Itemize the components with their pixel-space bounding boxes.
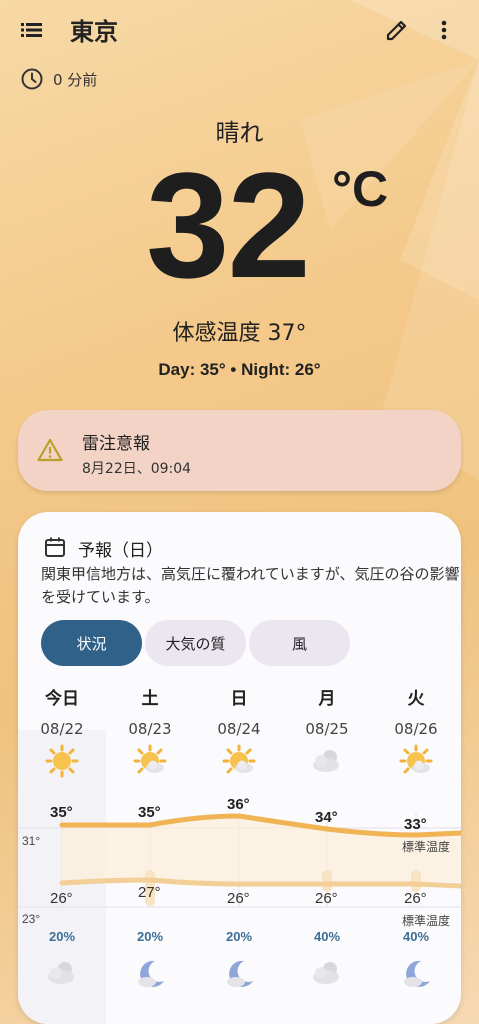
normal-temp-label-high: 標準温度 <box>402 840 451 854</box>
sun-cloud-icon <box>133 744 167 778</box>
day-name: 月 <box>318 689 336 709</box>
low-temp: 26° <box>315 890 338 907</box>
day-column-2[interactable]: 土 08/23 <box>115 684 185 738</box>
edit-pencil-icon[interactable] <box>383 16 411 44</box>
more-vert-icon[interactable] <box>432 16 456 44</box>
current-temperature: 32 <box>146 141 311 309</box>
precip-chance: 20% <box>226 929 253 944</box>
high-temp: 34° <box>315 809 338 826</box>
day-date: 08/24 <box>217 720 261 738</box>
updated-text: 0 分前 <box>53 70 98 89</box>
last-updated: 0 分前 <box>20 66 97 92</box>
low-temp: 26° <box>50 890 73 907</box>
precip-chance: 20% <box>49 929 76 944</box>
city-title: 東京 <box>70 18 118 46</box>
sun-cloud-icon <box>399 744 433 778</box>
normal-temp-label-low: 標準温度 <box>402 914 451 928</box>
app-bar: 東京 <box>0 0 479 60</box>
temperature-unit: °C <box>332 161 389 217</box>
sun-cloud-icon <box>222 744 256 778</box>
low-temp: 26° <box>404 890 427 907</box>
low-temp: 26° <box>227 890 250 907</box>
day-date: 08/25 <box>305 720 349 738</box>
day-name: 火 <box>407 689 425 709</box>
axis-high-ref: 31° <box>22 834 41 848</box>
high-temp: 35° <box>138 804 161 821</box>
cloud-night-icon <box>310 958 344 988</box>
alert-title: 雷注意報 <box>82 434 150 454</box>
day-date: 08/26 <box>394 720 438 738</box>
day-column-3[interactable]: 日 08/24 <box>204 684 274 738</box>
high-temp: 35° <box>50 804 73 821</box>
high-temp: 33° <box>404 816 427 833</box>
precip-bar-4 <box>322 870 332 892</box>
high-temp: 36° <box>227 796 250 813</box>
day-column-1[interactable]: 今日 08/22 <box>27 684 97 738</box>
cloud-icon <box>310 746 344 776</box>
forecast-card: 予報（日） 関東甲信地方は、高気圧に覆われていますが、気圧の谷の影響を受けていま… <box>18 512 461 1024</box>
day-column-5[interactable]: 火 08/26 <box>381 684 451 738</box>
precip-chance: 40% <box>403 929 430 944</box>
precip-chance: 40% <box>314 929 341 944</box>
moon-cloud-icon <box>399 958 433 990</box>
moon-cloud-icon <box>222 958 256 990</box>
day-column-4[interactable]: 月 08/25 <box>292 684 362 738</box>
feels-like: 体感温度 37° <box>172 321 307 346</box>
day-date: 08/23 <box>128 720 172 738</box>
alert-time: 8月22日、09:04 <box>82 461 192 477</box>
warning-icon <box>37 438 63 462</box>
day-date: 08/22 <box>40 720 84 738</box>
day-name: 今日 <box>45 689 79 709</box>
day-name: 土 <box>141 689 159 709</box>
menu-list-icon[interactable] <box>18 16 46 44</box>
cloud-night-icon <box>45 958 79 988</box>
low-temp: 27° <box>138 884 161 901</box>
moon-cloud-icon <box>133 958 167 990</box>
precip-chance: 20% <box>137 929 164 944</box>
precip-bar-5 <box>411 870 421 892</box>
day-night-temps: Day: 35° • Night: 26° <box>158 360 321 379</box>
day-name: 日 <box>230 689 248 709</box>
axis-low-ref: 23° <box>22 912 41 926</box>
weather-alert-card[interactable]: 雷注意報 8月22日、09:04 <box>18 410 461 491</box>
sun-icon <box>45 744 79 778</box>
clock-icon <box>20 67 44 91</box>
